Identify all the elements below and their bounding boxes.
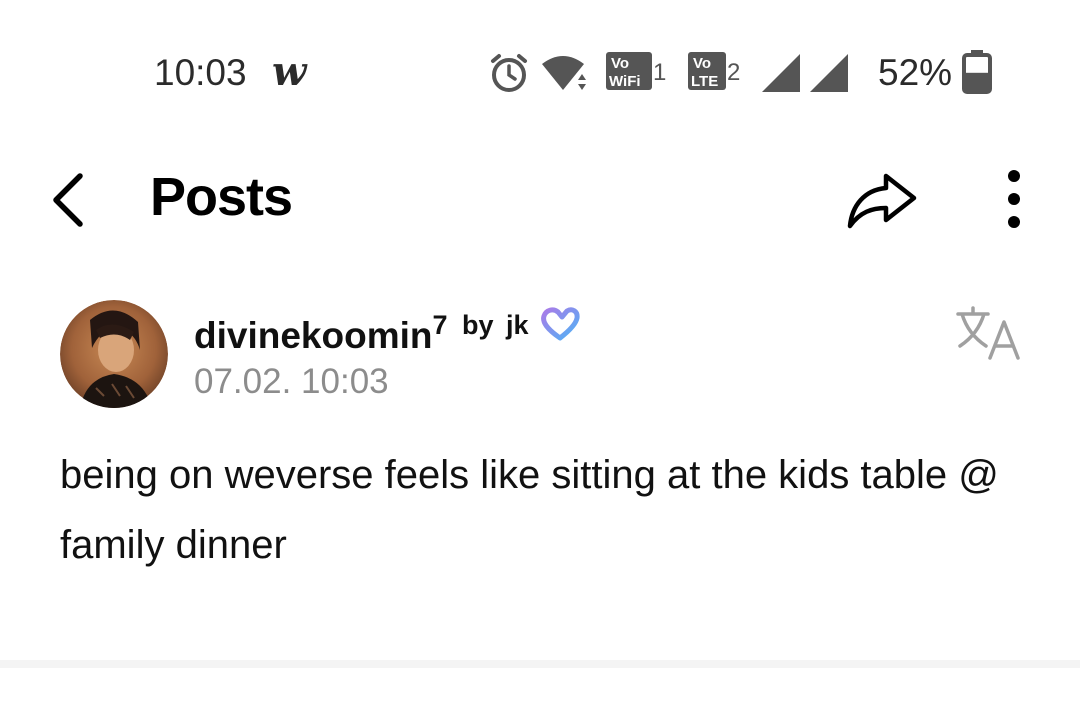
wifi-icon: [542, 56, 586, 90]
divider: [0, 660, 1080, 668]
vowifi-bottom-text: WiFi: [609, 73, 641, 90]
volte-bottom-text: LTE: [691, 73, 718, 90]
status-bar: 10:03 w Vo WiFi 1 Vo LTE 2 52%: [0, 40, 1080, 110]
translate-icon[interactable]: [954, 304, 1024, 360]
back-icon[interactable]: [44, 168, 100, 232]
vowifi-icon: Vo WiFi 1: [606, 52, 666, 90]
by-label: by: [461, 310, 494, 340]
weverse-w-icon: w: [272, 48, 307, 95]
vowifi-sim-text: 1: [653, 59, 666, 86]
battery-percent: 52%: [878, 52, 953, 93]
author-superscript: 7: [432, 310, 448, 340]
by-name[interactable]: jk: [506, 310, 529, 340]
vowifi-top-text: Vo: [611, 55, 629, 72]
page-title: Posts: [150, 167, 293, 227]
avatar[interactable]: [60, 300, 168, 408]
heart-icon: [541, 307, 580, 341]
volte-top-text: Vo: [693, 55, 711, 72]
signal-icon: [810, 54, 848, 92]
battery-icon: [962, 50, 992, 94]
author-line[interactable]: divinekoomin7 by jk: [194, 306, 581, 357]
post-body: being on weverse feels like sitting at t…: [60, 453, 999, 567]
status-time: 10:03: [154, 52, 247, 93]
signal-icon: [762, 54, 800, 92]
more-vertical-icon[interactable]: [990, 166, 1038, 232]
volte-icon: Vo LTE 2: [688, 52, 740, 90]
author-name[interactable]: divinekoomin: [194, 315, 432, 356]
alarm-icon: [491, 54, 527, 92]
app-header: Posts: [0, 160, 1080, 240]
volte-sim-text: 2: [727, 59, 740, 86]
share-icon[interactable]: [842, 168, 922, 232]
post-timestamp: 07.02. 10:03: [194, 362, 389, 401]
